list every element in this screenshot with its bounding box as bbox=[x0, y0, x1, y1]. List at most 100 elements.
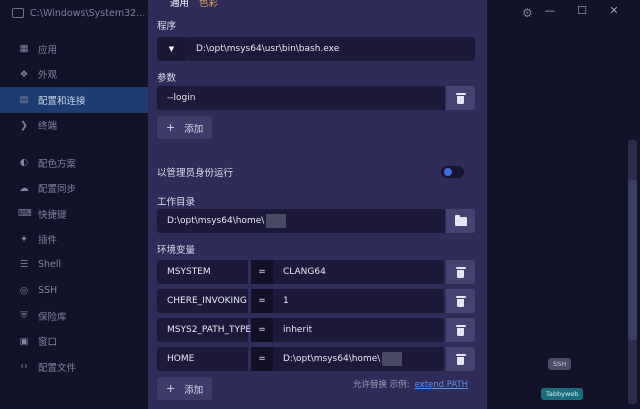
sidebar-item-vault[interactable]: ⛨ 保险库 bbox=[0, 303, 148, 329]
delete-env-button[interactable] bbox=[446, 289, 475, 313]
sidebar-item-label: 外观 bbox=[38, 70, 58, 82]
sidebar-item-label: 快捷键 bbox=[38, 209, 67, 221]
sidebar-item-label: 保险库 bbox=[38, 311, 67, 323]
delete-env-button[interactable] bbox=[446, 347, 475, 371]
palette-icon: ◐ bbox=[19, 157, 29, 169]
sidebar-item-config-sync[interactable]: ☁ 配置同步 bbox=[0, 176, 148, 202]
env-row: MSYSTEM = CLANG64 bbox=[157, 260, 475, 284]
sidebar-item-ssh[interactable]: ◎ SSH bbox=[0, 278, 148, 304]
sidebar-item-config-file[interactable]: ‹› 配置文件 bbox=[0, 354, 148, 380]
add-env-label: 添加 bbox=[184, 384, 204, 396]
working-dir-value: D:\opt\msys64\home\ bbox=[167, 216, 265, 226]
sidebar-item-label: 配色方案 bbox=[38, 158, 77, 170]
env-equals: = bbox=[251, 347, 273, 371]
sidebar-divider bbox=[0, 138, 148, 150]
plus-icon: + bbox=[166, 382, 176, 395]
working-dir-label: 工作目录 bbox=[157, 197, 196, 208]
close-button[interactable]: ✕ bbox=[598, 4, 630, 17]
program-input[interactable]: D:\opt\msys64\usr\bin\bash.exe bbox=[186, 37, 475, 61]
puzzle-icon: ❖ bbox=[19, 68, 29, 80]
run-as-admin-toggle[interactable] bbox=[441, 166, 464, 178]
env-equals: = bbox=[251, 318, 273, 342]
globe-icon: ◎ bbox=[19, 284, 29, 296]
redacted-username bbox=[266, 214, 287, 228]
env-equals: = bbox=[251, 260, 273, 284]
env-hint-text: 允许替换 示例: bbox=[353, 380, 410, 390]
working-dir-input[interactable]: D:\opt\msys64\home\ bbox=[157, 209, 445, 233]
keyboard-icon: ⌨ bbox=[18, 208, 32, 220]
delete-env-button[interactable] bbox=[446, 318, 475, 342]
caret-down-icon: ▼ bbox=[168, 45, 175, 53]
sidebar-item-color-schemes[interactable]: ◐ 配色方案 bbox=[0, 150, 148, 176]
sidebar-item-label: 插件 bbox=[38, 235, 58, 247]
sidebar-item-label: 配置和连接 bbox=[38, 95, 86, 107]
plugin-icon: ✦ bbox=[20, 233, 28, 245]
env-value-text: D:\opt\msys64\home\ bbox=[283, 354, 381, 364]
sidebar-item-window[interactable]: ▣ 窗口 bbox=[0, 329, 148, 355]
env-key-input[interactable]: MSYSTEM bbox=[157, 260, 248, 284]
add-arg-button[interactable]: + 添加 bbox=[157, 116, 213, 139]
browse-folder-button[interactable] bbox=[446, 209, 475, 233]
code-icon: ‹› bbox=[20, 361, 28, 373]
sidebar-item-hotkeys[interactable]: ⌨ 快捷键 bbox=[0, 201, 148, 227]
apps-icon: ▦ bbox=[19, 43, 29, 55]
sidebar-item-label: SSH bbox=[38, 284, 58, 296]
gear-icon[interactable]: ⚙ bbox=[522, 6, 533, 20]
run-as-admin-label: 以管理员身份运行 bbox=[157, 168, 234, 179]
add-arg-label: 添加 bbox=[184, 123, 204, 135]
maximize-button[interactable]: ☐ bbox=[566, 4, 598, 17]
sidebar-item-apps[interactable]: ▦ 应用 bbox=[0, 36, 148, 62]
env-key-input[interactable]: HOME bbox=[157, 347, 248, 371]
env-row: MSYS2_PATH_TYPE = inherit bbox=[157, 318, 475, 342]
vault-icon: ⛨ bbox=[20, 310, 28, 322]
scrollbar-thumb[interactable] bbox=[628, 180, 637, 340]
extend-path-link[interactable]: extend PATH bbox=[415, 380, 468, 390]
trash-icon bbox=[455, 266, 466, 278]
env-key-input[interactable]: CHERE_INVOKING bbox=[157, 289, 248, 313]
program-dropdown-button[interactable]: ▼ bbox=[157, 37, 186, 61]
list-icon: ☰ bbox=[19, 259, 29, 271]
sidebar-item-label: 窗口 bbox=[38, 337, 58, 349]
args-input[interactable]: --login bbox=[157, 86, 445, 110]
env-key-input[interactable]: MSYS2_PATH_TYPE bbox=[157, 318, 251, 342]
delete-arg-button[interactable] bbox=[446, 86, 475, 110]
sidebar-item-plugins[interactable]: ✦ 插件 bbox=[0, 227, 148, 253]
folder-open-icon bbox=[454, 214, 467, 226]
env-value-input[interactable]: inherit bbox=[273, 318, 444, 342]
sidebar-item-terminal[interactable]: ❯ 终端 bbox=[0, 113, 148, 139]
env-value-input[interactable]: 1 bbox=[273, 289, 444, 313]
env-row: HOME = D:\opt\msys64\home\ bbox=[157, 347, 475, 371]
minimize-button[interactable]: — bbox=[534, 4, 566, 17]
env-row: CHERE_INVOKING = 1 bbox=[157, 289, 475, 313]
sidebar-item-appearance[interactable]: ❖ 外观 bbox=[0, 62, 148, 88]
env-hint: 允许替换 示例: extend PATH bbox=[353, 378, 468, 390]
redacted-username bbox=[382, 352, 403, 366]
profile-edit-modal: 通用 色彩 程序 ▼ D:\opt\msys64\usr\bin\bash.ex… bbox=[148, 0, 487, 409]
window-icon: ▣ bbox=[19, 335, 29, 347]
tab-general[interactable]: 通用 bbox=[170, 0, 189, 9]
trash-icon bbox=[455, 92, 466, 104]
sidebar-item-label: Shell bbox=[38, 259, 62, 271]
sidebar-item-profiles[interactable]: ▤ 配置和连接 bbox=[0, 87, 148, 113]
trash-icon bbox=[455, 353, 466, 365]
modal-tabs: 通用 色彩 bbox=[170, 0, 218, 9]
args-label: 参数 bbox=[157, 73, 177, 84]
tabbyweb-badge: Tabbyweb bbox=[541, 388, 584, 400]
env-value-input[interactable]: D:\opt\msys64\home\ bbox=[273, 347, 444, 371]
sidebar-item-shell[interactable]: ☰ Shell bbox=[0, 252, 148, 278]
add-env-button[interactable]: + 添加 bbox=[157, 377, 213, 400]
cloud-icon: ☁ bbox=[19, 182, 29, 194]
env-equals: = bbox=[251, 289, 273, 313]
terminal-window-icon bbox=[12, 8, 24, 18]
tab-colors[interactable]: 色彩 bbox=[199, 0, 218, 9]
env-value-input[interactable]: CLANG64 bbox=[273, 260, 444, 284]
terminal-icon: ❯ bbox=[20, 119, 28, 131]
ssh-badge: SSH bbox=[548, 358, 572, 370]
sidebar-item-label: 终端 bbox=[38, 121, 58, 133]
toggle-knob bbox=[444, 168, 452, 176]
settings-sidebar: ▦ 应用 ❖ 外观 ▤ 配置和连接 ❯ 终端 ◐ 配色方案 ☁ 配置同步 ⌨ 快捷键 ✦ 插件 … bbox=[0, 36, 148, 380]
delete-env-button[interactable] bbox=[446, 260, 475, 284]
window-title: C:\Windows\System32... bbox=[30, 7, 146, 19]
sidebar-item-label: 配置文件 bbox=[38, 362, 77, 374]
trash-icon bbox=[455, 295, 466, 307]
